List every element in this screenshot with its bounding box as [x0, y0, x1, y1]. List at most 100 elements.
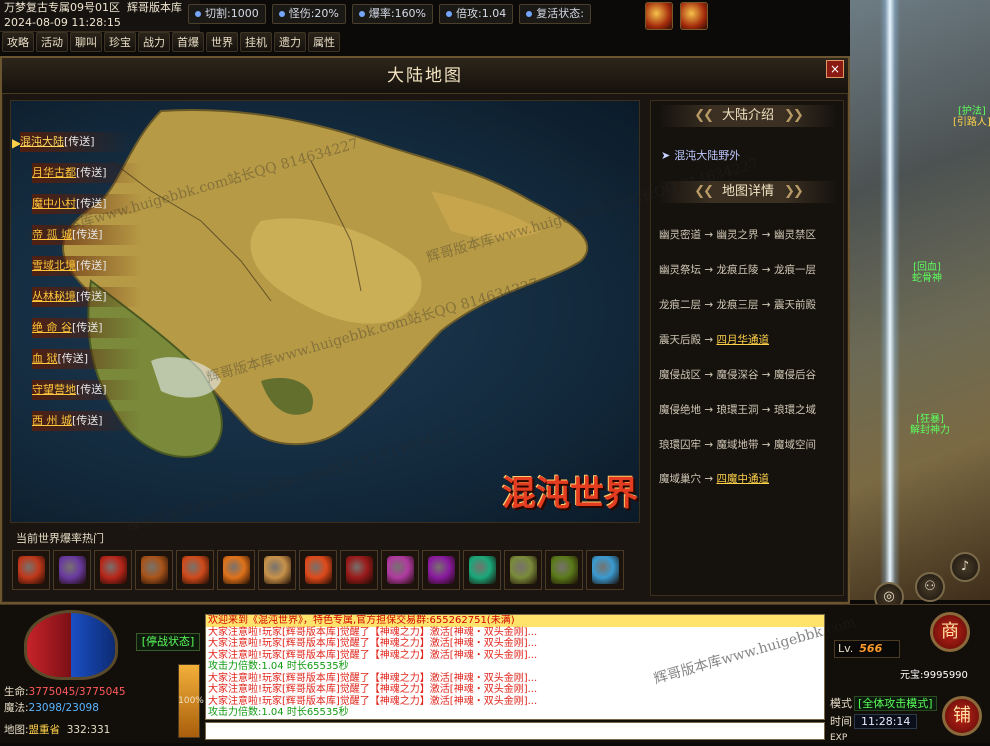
stat-dot-icon: [358, 11, 365, 17]
chat-line: 大家注意啦!玩家[辉哥版本库]觉醒了【神魂之力】激活[神魂・双头金刚]...: [208, 638, 538, 649]
beast-drop-item[interactable]: [422, 550, 460, 590]
continent-map-panel: 大陆地图 × ▶ 混沌大陆[传送] 月华古都[传送] 魔中小村[传送] 帝 孤 …: [0, 56, 850, 604]
armor-drop-item[interactable]: [12, 550, 50, 590]
location-item[interactable]: 绝 命 谷[传送]: [32, 318, 142, 338]
level-value: 566: [859, 642, 883, 655]
teleport-link[interactable]: [传送]: [76, 383, 107, 396]
menu-bar: 攻略 活动 聊叫 珍宝 战力 首爆 世界 挂机 遗力 属性: [0, 32, 340, 52]
intro-header: ❮❮ 大陆介绍 ❯❯: [659, 105, 837, 127]
menu-auto[interactable]: 挂机: [240, 32, 272, 52]
location-item[interactable]: 血 狱[传送]: [32, 349, 142, 369]
location-name[interactable]: 绝 命 谷: [32, 321, 72, 334]
battle-state-button[interactable]: [停战状态]: [136, 633, 200, 651]
location-name[interactable]: 混沌大陆: [20, 135, 64, 148]
route-line: 魔侵绝地 → 琅環王洞 → 琅環之域: [659, 402, 845, 417]
menu-legacy[interactable]: 遗力: [274, 32, 306, 52]
location-name[interactable]: 帝 孤 城: [32, 228, 72, 241]
location-item[interactable]: 西 州 城[传送]: [32, 411, 142, 431]
chat-log[interactable]: 欢迎来到《混沌世界》，特色专属,官方担保交易群:655262751(未满) 大家注…: [205, 614, 825, 720]
gold-display: 元宝:9995990: [900, 668, 990, 684]
menu-power[interactable]: 战力: [138, 32, 170, 52]
ring-drop-item[interactable]: [94, 550, 132, 590]
shop-button[interactable]: 商: [930, 612, 970, 652]
skill-fire-icon[interactable]: [645, 2, 673, 30]
menu-world[interactable]: 世界: [206, 32, 238, 52]
location-name[interactable]: 西 州 城: [32, 414, 72, 427]
menu-events[interactable]: 活动: [36, 32, 68, 52]
chat-line: 大家注意啦!玩家[辉哥版本库]觉醒了【神魂之力】激活[神魂・双头金刚]...: [208, 649, 538, 661]
location-item[interactable]: 帝 孤 城[传送]: [32, 225, 142, 245]
route-link[interactable]: 四魔中通道: [716, 473, 769, 485]
level-label: Lv.: [838, 642, 854, 655]
route-line: 魔域巢穴 → 四魔中通道: [659, 471, 845, 486]
scroll-drop-item[interactable]: [258, 550, 296, 590]
chat-input[interactable]: [205, 722, 825, 740]
menu-chat[interactable]: 聊叫: [70, 32, 102, 52]
menu-guide[interactable]: 攻略: [2, 32, 34, 52]
teleport-link[interactable]: [传送]: [76, 290, 107, 303]
route-text: 琅環囚牢 → 魔域地带 → 魔域空间: [659, 439, 816, 451]
crystal-drop-item[interactable]: [586, 550, 624, 590]
orb-drop-item[interactable]: [53, 550, 91, 590]
teleport-link[interactable]: [传送]: [76, 259, 107, 272]
intro-item[interactable]: ➤ 混沌大陆野外: [661, 147, 740, 163]
chat-line: 攻击力倍数:1.04 时长65535秒: [208, 661, 349, 672]
attack-mode-toggle[interactable]: [全体攻击模式]: [854, 696, 937, 711]
gem-drop-item[interactable]: [463, 550, 501, 590]
route-text: 龙痕二层 → 龙痕三层 → 震天前殿: [659, 299, 816, 311]
location-item[interactable]: 雪域北境[传送]: [32, 256, 142, 276]
beast-icon: [428, 556, 455, 584]
location-item[interactable]: 丛林秘境[传送]: [32, 287, 142, 307]
npc-guide[interactable]: [护法] [引路人]: [953, 106, 990, 128]
teleport-link[interactable]: [传送]: [76, 166, 107, 179]
npc-rage-tag: [狂暴]: [916, 414, 944, 425]
location-item[interactable]: 月华古都[传送]: [32, 163, 142, 183]
horn-drop-item[interactable]: [545, 550, 583, 590]
teleport-link[interactable]: [传送]: [72, 414, 103, 427]
wings-drop-item[interactable]: [381, 550, 419, 590]
stat-multiplier-label: 倍攻:1.04: [456, 7, 507, 20]
location-name[interactable]: 丛林秘境: [32, 290, 76, 303]
location-name[interactable]: 魔中小村: [32, 197, 76, 210]
location-name[interactable]: 守望营地: [32, 383, 76, 396]
menu-first-drop[interactable]: 首爆: [172, 32, 204, 52]
scroll-icon: [264, 556, 291, 584]
teleport-link[interactable]: [传送]: [58, 352, 89, 365]
sword-drop-item[interactable]: [217, 550, 255, 590]
teleport-link[interactable]: [传送]: [64, 135, 95, 148]
route-link[interactable]: 四月华通道: [716, 334, 769, 346]
mask-drop-item[interactable]: [176, 550, 214, 590]
exp-label-row: EXP: [830, 730, 990, 746]
chevron-left-icon: ❮❮: [694, 108, 714, 123]
teleport-link[interactable]: [传送]: [72, 321, 103, 334]
helmet-drop-item[interactable]: [135, 550, 173, 590]
map-name: 盟重省: [28, 724, 61, 736]
location-item[interactable]: 混沌大陆[传送]: [20, 132, 130, 152]
location-item[interactable]: 魔中小村[传送]: [32, 194, 142, 214]
npc-rage[interactable]: [狂暴] 解封神力: [910, 414, 950, 436]
menu-treasure[interactable]: 珍宝: [104, 32, 136, 52]
gem-icon: [469, 556, 496, 584]
teleport-link[interactable]: [传送]: [76, 197, 107, 210]
map-row: 地图:盟重省 332:331: [0, 722, 170, 738]
npc-heal[interactable]: [回血] 蛇骨神: [912, 262, 942, 284]
sound-icon[interactable]: ♪: [950, 552, 980, 582]
location-name[interactable]: 月华古都: [32, 166, 76, 179]
game-world-view[interactable]: [850, 0, 990, 600]
mode-label: 模式: [830, 697, 852, 710]
team-icon[interactable]: ⚇: [915, 572, 945, 602]
blade-drop-item[interactable]: [299, 550, 337, 590]
close-button[interactable]: ×: [826, 60, 844, 78]
crystal-icon: [592, 556, 619, 584]
location-name[interactable]: 雪域北境: [32, 259, 76, 272]
menu-attributes[interactable]: 属性: [308, 32, 340, 52]
location-name[interactable]: 血 狱: [32, 352, 58, 365]
amulet-drop-item[interactable]: [504, 550, 542, 590]
hp-row: 生命:3775045/3775045: [0, 684, 170, 700]
route-text: 幽灵祭坛 → 龙痕丘陵 → 龙痕一层: [659, 264, 816, 276]
dagger-drop-item[interactable]: [340, 550, 378, 590]
teleport-link[interactable]: [传送]: [72, 228, 103, 241]
skill-blade-icon[interactable]: [680, 2, 708, 30]
route-text: 震天后殿 →: [659, 334, 717, 346]
location-item[interactable]: 守望营地[传送]: [32, 380, 142, 400]
